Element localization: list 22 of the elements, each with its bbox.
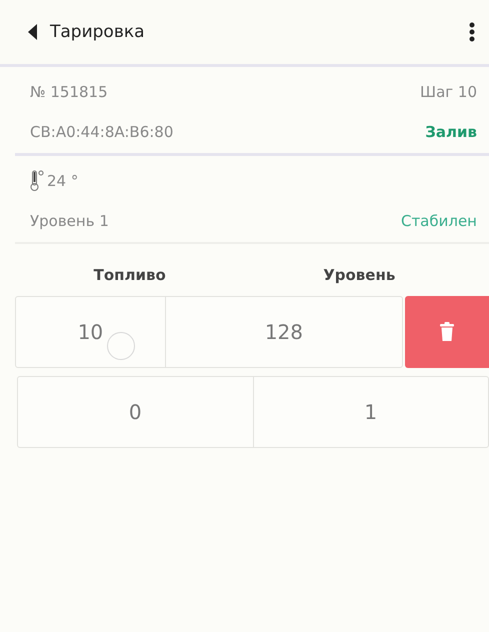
table-row[interactable]: 10 128 xyxy=(15,296,403,368)
fuel-value: 0 xyxy=(128,400,142,424)
screen-title: Тарировка xyxy=(50,22,146,42)
level-value: 1 xyxy=(364,400,378,424)
mode-label: Залив xyxy=(425,123,477,141)
delete-button[interactable] xyxy=(405,296,489,368)
status-label: Стабилен xyxy=(400,212,477,230)
column-header: Уровень xyxy=(323,266,396,284)
touch-indicator xyxy=(107,332,135,360)
level-value: 128 xyxy=(264,320,304,344)
thermometer-icon xyxy=(30,170,44,192)
column-header: Топливо xyxy=(94,266,166,284)
more-menu-icon[interactable] xyxy=(469,22,475,42)
temperature-value: 24 ° xyxy=(47,172,78,190)
step-label: Шаг 10 xyxy=(420,83,477,101)
fuel-value: 10 xyxy=(78,320,104,344)
mac-address: CB:A0:44:8A:B6:80 xyxy=(30,123,174,141)
back-icon[interactable] xyxy=(28,24,38,40)
trash-icon xyxy=(439,322,455,342)
device-number: № 151815 xyxy=(30,83,108,101)
level-name: Уровень 1 xyxy=(30,212,109,230)
table-row[interactable]: 0 1 xyxy=(17,376,489,448)
